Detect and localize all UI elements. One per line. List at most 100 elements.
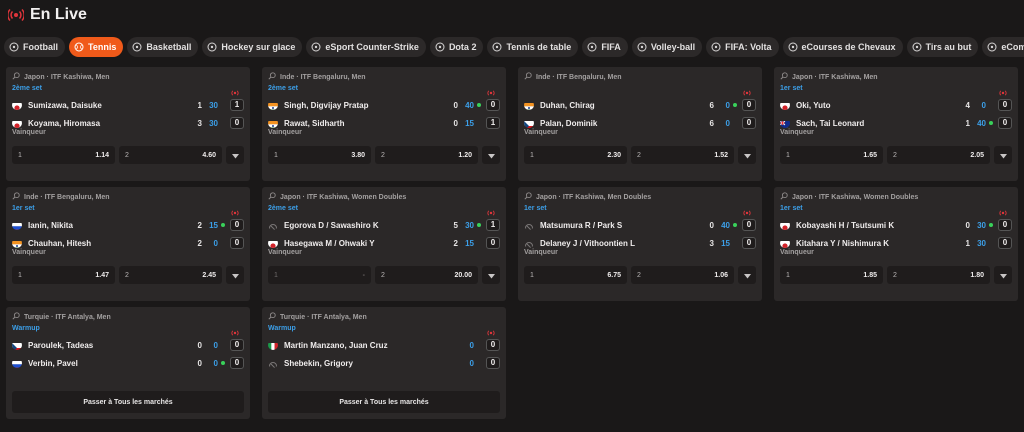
odds-row: 1 3.80 2 1.20 (268, 146, 500, 164)
odds-button-2[interactable]: 2 1.20 (375, 146, 478, 164)
match-card[interactable]: Turquie · ITF Antalya, Men Warmup Paroulek… (6, 307, 250, 419)
live-indicator-icon (486, 324, 496, 336)
russia-flag-icon (12, 358, 22, 368)
competition-name: Inde · ITF Bengaluru, Men (24, 193, 110, 201)
player-row: Matsumura R / Park S 0 40 0 (524, 218, 756, 232)
tab-dota-2[interactable]: Dota 2 (429, 37, 484, 57)
odds-value: 1.06 (714, 271, 728, 279)
odds-button-1[interactable]: 1 1.47 (12, 266, 115, 284)
odds-button-2[interactable]: 2 1.52 (631, 146, 734, 164)
odds-button-1: 1- (268, 266, 371, 284)
tab-ecombat[interactable]: eCombat (982, 37, 1024, 57)
competition-name: Turquie · ITF Antalya, Men (24, 313, 111, 321)
tab-tennis[interactable]: Tennis (69, 37, 124, 57)
live-indicator-icon (230, 204, 240, 216)
odds-button-1[interactable]: 1 1.85 (780, 266, 883, 284)
odds-button-2[interactable]: 2 2.05 (887, 146, 990, 164)
match-card[interactable]: Inde · ITF Bengaluru, Men Duhan, Chirag 6 0… (518, 67, 762, 181)
all-markets-button[interactable]: Passer à Tous les marchés (12, 391, 244, 413)
match-card[interactable]: Japon · ITF Kashiwa, Women Doubles 2ème s… (262, 187, 506, 301)
odds-button-1[interactable]: 1 6.75 (524, 266, 627, 284)
tab-label: Dota 2 (448, 42, 477, 52)
odds-button-2[interactable]: 2 1.80 (887, 266, 990, 284)
tennis-racket-icon (268, 192, 276, 202)
serve-dot-icon (477, 223, 481, 227)
tab-esport-counter-strike[interactable]: eSport Counter-Strike (306, 37, 426, 57)
chevron-down-icon (487, 146, 495, 164)
odds-button-2[interactable]: 2 20.00 (375, 266, 478, 284)
combat-icon (987, 42, 997, 52)
tab-football[interactable]: Football (4, 37, 65, 57)
tab-tirs-au-but[interactable]: Tirs au but (906, 37, 979, 57)
tab-volley-ball[interactable]: Volley-ball (631, 37, 703, 57)
market-label: Vainqueur (524, 249, 558, 256)
more-markets-button[interactable] (994, 146, 1012, 164)
tab-ecourses-de-chevaux[interactable]: eCourses de Chevaux (782, 37, 903, 57)
competition-header: Turquie · ITF Antalya, Men (268, 312, 500, 322)
tab-hockey-sur-glace[interactable]: Hockey sur glace (202, 37, 303, 57)
odds-button-2[interactable]: 2 1.06 (631, 266, 734, 284)
competition-header: Inde · ITF Bengaluru, Men (524, 72, 756, 82)
tab-label: eCombat (1001, 42, 1024, 52)
more-markets-button[interactable] (226, 146, 244, 164)
games-score: 5 (453, 220, 458, 230)
australia-flag-icon (780, 118, 790, 128)
player-name: Kobayashi H / Tsutsumi K (796, 220, 895, 230)
tab-tennis-de-table[interactable]: Tennis de table (487, 37, 579, 57)
set-status: 2ème set (268, 205, 298, 212)
tennis-racket-icon (780, 72, 788, 82)
odds-value: 1.14 (95, 151, 109, 159)
market-label: Vainqueur (780, 129, 814, 136)
player-name: Ianin, Nikita (28, 220, 73, 230)
set-status: 2ème set (12, 85, 42, 92)
page-header: En Live (8, 6, 87, 24)
sets-score: 1 (486, 117, 500, 129)
more-markets-button[interactable] (738, 266, 756, 284)
more-markets-button[interactable] (738, 146, 756, 164)
odds-button-2[interactable]: 2 2.45 (119, 266, 222, 284)
more-markets-button[interactable] (226, 266, 244, 284)
player-row: Ianin, Nikita 2 15 0 (12, 218, 244, 232)
match-card[interactable]: Japon · ITF Kashiwa, Women Doubles 1er se… (774, 187, 1018, 301)
match-card[interactable]: Japon · ITF Kashiwa, Men Doubles 1er set M… (518, 187, 762, 301)
sets-score: 0 (998, 237, 1012, 249)
odds-key: 2 (893, 151, 897, 159)
more-markets-button[interactable] (994, 266, 1012, 284)
odds-row: 1 1.85 2 1.80 (780, 266, 1012, 284)
odds-button-1[interactable]: 1 1.14 (12, 146, 115, 164)
india-flag-icon (12, 238, 22, 248)
odds-row: 1 1.65 2 2.05 (780, 146, 1012, 164)
tab-fifa[interactable]: FIFA (582, 37, 628, 57)
odds-button-1[interactable]: 1 1.65 (780, 146, 883, 164)
match-card[interactable]: Japon · ITF Kashiwa, Men 1er set Oki, Yuto… (774, 67, 1018, 181)
all-markets-button[interactable]: Passer à Tous les marchés (268, 391, 500, 413)
india-flag-icon (268, 118, 278, 128)
match-card[interactable]: Inde · ITF Bengaluru, Men 2ème set Singh, … (262, 67, 506, 181)
points-score: 15 (721, 238, 730, 248)
match-card[interactable]: Inde · ITF Bengaluru, Men 1er set Ianin, N… (6, 187, 250, 301)
odds-button-1[interactable]: 1 2.30 (524, 146, 627, 164)
games-score: 4 (965, 100, 970, 110)
tab-fifa-volta[interactable]: FIFA: Volta (706, 37, 779, 57)
competition-header: Japon · ITF Kashiwa, Men (780, 72, 1012, 82)
odds-button-1[interactable]: 1 3.80 (268, 146, 371, 164)
tab-label: Football (23, 42, 58, 52)
match-card[interactable]: Turquie · ITF Antalya, Men Warmup Martin M… (262, 307, 506, 419)
odds-button-2[interactable]: 2 4.60 (119, 146, 222, 164)
games-score: 1 (197, 100, 202, 110)
serve-dot-icon (477, 103, 481, 107)
more-markets-button[interactable] (482, 266, 500, 284)
points-score: 30 (977, 220, 986, 230)
points-score: 30 (465, 220, 474, 230)
points-score: 0 (469, 340, 474, 350)
more-markets-button[interactable] (482, 146, 500, 164)
tab-label: Volley-ball (650, 42, 696, 52)
sets-score: 0 (486, 99, 500, 111)
basketball-icon (132, 42, 142, 52)
tab-basketball[interactable]: Basketball (127, 37, 199, 57)
sets-score: 0 (742, 237, 756, 249)
points-score: 0 (213, 358, 218, 368)
player-row: Oki, Yuto 4 0 0 (780, 98, 1012, 112)
india-flag-icon (268, 100, 278, 110)
match-card[interactable]: Japon · ITF Kashiwa, Men 2ème set Sumizawa… (6, 67, 250, 181)
